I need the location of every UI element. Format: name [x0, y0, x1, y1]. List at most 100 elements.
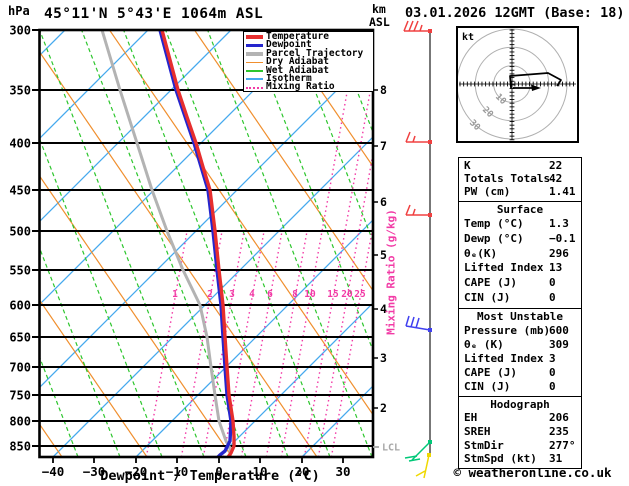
pressure-unit-label: hPa	[8, 4, 30, 18]
svg-text:6: 6	[380, 195, 387, 209]
svg-text:3: 3	[380, 351, 387, 365]
table-section-header: Hodograph	[490, 397, 550, 411]
hodograph-unit-label: kt	[462, 32, 474, 43]
table-row: Dewp (°C) −0.1	[459, 232, 581, 247]
wind-barb	[415, 453, 431, 479]
hodograph: 102030 kt	[456, 26, 579, 143]
table-section-header: Most Unstable	[476, 309, 564, 323]
table-row-label: CAPE (J)	[464, 276, 517, 290]
svg-text:10: 10	[304, 289, 316, 300]
svg-text:600: 600	[9, 299, 31, 313]
table-section: K 22 Totals Totals 42 PW (cm) 1.41	[459, 158, 581, 201]
altitude-unit-km-label: km	[372, 2, 386, 16]
wind-barb	[405, 131, 432, 144]
table-row-value: −0.1	[549, 232, 576, 246]
x-axis-label: Dewpoint / Temperature (°C)	[100, 468, 320, 484]
table-row-value: 1.41	[549, 185, 576, 199]
table-row-label: Dewp (°C)	[464, 232, 524, 246]
table-row-value: 206	[549, 411, 569, 425]
table-row: Lifted Index 13	[459, 261, 581, 276]
svg-text:3: 3	[229, 289, 235, 300]
table-row-value: 13	[549, 261, 563, 275]
table-row-label: EH	[464, 411, 478, 425]
table-row-value: 1.3	[549, 217, 569, 231]
svg-text:25: 25	[354, 289, 366, 300]
table-row-value: 42	[549, 172, 563, 186]
table-row: StmDir 277°	[459, 439, 581, 453]
station-title: 45°11'N 5°43'E 1064m ASL	[44, 6, 264, 22]
table-row-value: 600	[549, 323, 569, 337]
table-section: Hodograph EH 206 SREH 235 StmDir 277° StmSpd (k…	[459, 395, 581, 469]
table-row: EH 206	[459, 411, 581, 425]
svg-text:30: 30	[467, 118, 482, 133]
skewt-screenshot: 1 2 3 4 6 8 10 15 20 25 300 350 400 450 500 550 600 650 70…	[0, 0, 629, 486]
table-row-label: θₑ (K)	[464, 337, 504, 351]
table-row-value: 277°	[549, 438, 576, 452]
legend-line-sample	[246, 70, 263, 72]
svg-text:750: 750	[9, 389, 31, 403]
hodograph-trace	[509, 72, 562, 89]
table-row: Pressure (mb) 600	[459, 324, 581, 338]
table-row-label: Lifted Index	[464, 261, 544, 275]
lcl-label: LCL	[382, 443, 400, 454]
table-row-label: StmDir	[464, 438, 504, 452]
svg-text:10: 10	[493, 92, 508, 107]
table-row-label: Totals Totals	[464, 172, 551, 186]
pressure-axis: 300 350 400 450 500 550 600 650 700 750 800 850	[9, 24, 40, 454]
table-row: Totals Totals 42	[459, 172, 581, 185]
table-row: Lifted Index 3	[459, 352, 581, 366]
table-row: CIN (J) 0	[459, 380, 581, 394]
legend-line-sample	[246, 35, 263, 39]
table-row: PW (cm) 1.41	[459, 185, 581, 198]
legend-line-sample	[246, 43, 263, 48]
svg-text:450: 450	[9, 184, 31, 198]
svg-text:15: 15	[327, 289, 339, 300]
svg-text:550: 550	[9, 264, 31, 278]
table-row-value: 235	[549, 424, 569, 438]
table-row-label: PW (cm)	[464, 185, 511, 199]
table-row: K 22	[459, 159, 581, 172]
wind-barb-column	[403, 20, 432, 479]
table-section: Surface Temp (°C) 1.3 Dewp (°C) −0.1 θₑ(K) 296…	[459, 200, 581, 308]
legend-line-sample	[246, 78, 263, 80]
table-row-label: StmSpd (kt)	[464, 452, 537, 466]
table-row: Temp (°C) 1.3	[459, 217, 581, 232]
svg-text:4: 4	[249, 289, 255, 300]
table-row-value: 0	[549, 379, 556, 393]
svg-text:2: 2	[380, 401, 387, 415]
svg-text:500: 500	[9, 225, 31, 239]
mixing-ratio-value-labels: 1 2 3 4 6 8 10 15 20 25	[172, 289, 366, 300]
table-row: θₑ(K) 296	[459, 247, 581, 262]
svg-text:800: 800	[9, 415, 31, 429]
legend-line-sample	[246, 86, 263, 89]
svg-text:8: 8	[292, 289, 298, 300]
svg-text:300: 300	[9, 24, 31, 38]
legend-line-sample	[246, 52, 263, 56]
svg-text:350: 350	[9, 84, 31, 98]
table-row: StmSpd (kt) 31	[459, 452, 581, 466]
table-row: CAPE (J) 0	[459, 366, 581, 380]
table-row-label: CIN (J)	[464, 290, 511, 304]
svg-text:6: 6	[267, 289, 273, 300]
svg-text:8: 8	[380, 83, 387, 97]
wind-barb	[405, 204, 432, 217]
table-row: θₑ (K) 309	[459, 338, 581, 352]
svg-text:850: 850	[9, 440, 31, 454]
indices-table: K 22 Totals Totals 42 PW (cm) 1.41 Surface Temp…	[458, 157, 582, 470]
table-row-value: 22	[549, 159, 563, 172]
table-row: CIN (J) 0	[459, 291, 581, 306]
table-row-label: K	[464, 159, 471, 172]
svg-text:20: 20	[480, 105, 495, 120]
table-row-value: 0	[549, 365, 556, 379]
table-row: SREH 235	[459, 425, 581, 439]
table-row-label: Temp (°C)	[464, 217, 524, 231]
wind-barb	[405, 315, 432, 332]
svg-text:20: 20	[341, 289, 353, 300]
legend-item: Mixing Ratio	[246, 82, 373, 92]
svg-text:650: 650	[9, 331, 31, 345]
hodograph-arrowhead	[531, 84, 541, 91]
wind-barb	[403, 20, 432, 33]
run-date-title: 03.01.2026 12GMT (Base: 18)	[405, 5, 625, 21]
legend-line-sample	[246, 61, 263, 64]
table-row-value: 0	[549, 276, 556, 290]
